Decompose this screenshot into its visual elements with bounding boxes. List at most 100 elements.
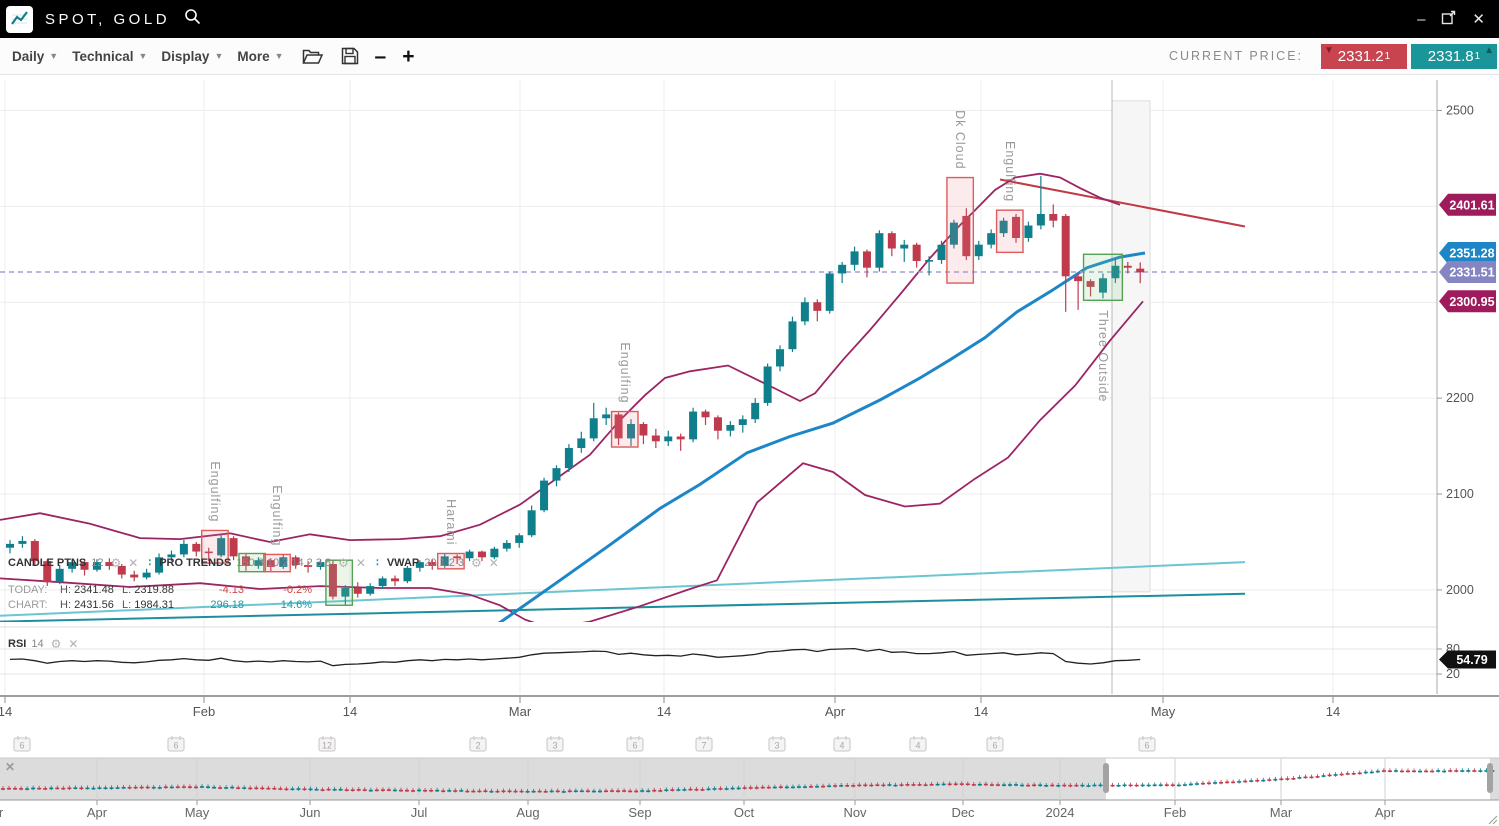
- app-logo-icon: [6, 6, 33, 33]
- pattern-box-dk-cloud: [947, 178, 973, 283]
- date-tick-label: Apr: [825, 704, 846, 719]
- indicator-rsi: RSI: [8, 638, 26, 650]
- candle-body: [639, 424, 647, 436]
- current-price-label: CURRENT PRICE:: [1169, 49, 1303, 63]
- close-icon[interactable]: ✕: [128, 557, 138, 569]
- pattern-label: Engulfing: [270, 485, 284, 546]
- date-tick-label: 14: [0, 704, 12, 719]
- candle-body: [1074, 276, 1082, 281]
- candle-body: [6, 544, 14, 548]
- date-tick-label: 14: [974, 704, 988, 719]
- price-badge-label: 2351.28: [1449, 247, 1494, 261]
- price-tick-label: 2200: [1446, 391, 1474, 405]
- candle-body: [18, 541, 26, 544]
- candle-body: [552, 468, 560, 480]
- candle-body: [863, 251, 871, 267]
- search-icon[interactable]: [184, 8, 201, 30]
- close-button[interactable]: ✕: [1472, 12, 1485, 27]
- popout-icon[interactable]: [1441, 10, 1456, 28]
- zoom-out-button[interactable]: –: [375, 46, 387, 67]
- gear-icon[interactable]: ⚙: [338, 557, 349, 569]
- navigator-month-label: Mar: [0, 805, 4, 820]
- pattern-box-engulfing: [612, 412, 638, 447]
- navigator-month-label: Jun: [300, 805, 321, 820]
- calendar-day-count: 12: [322, 741, 332, 751]
- calendar-event-icon[interactable]: 7: [696, 736, 712, 751]
- minimize-button[interactable]: –: [1417, 12, 1425, 27]
- navigator-close-icon[interactable]: ✕: [5, 760, 15, 774]
- candle-body: [900, 245, 908, 249]
- calendar-event-icon[interactable]: 6: [14, 736, 30, 751]
- gear-icon[interactable]: ⚙: [51, 638, 62, 650]
- menu-more[interactable]: More▼: [237, 49, 283, 64]
- candle-body: [726, 425, 734, 431]
- calendar-event-icon[interactable]: 12: [319, 736, 335, 751]
- candle-body: [1037, 214, 1045, 226]
- zoom-in-button[interactable]: +: [402, 46, 414, 67]
- gear-icon[interactable]: ⚙: [471, 557, 482, 569]
- gear-icon[interactable]: ⚙: [110, 557, 121, 569]
- pattern-label: Three Outside: [1096, 310, 1110, 402]
- calendar-event-icon[interactable]: 4: [910, 736, 926, 751]
- candle-body: [602, 414, 610, 418]
- navigator-month-label: Nov: [843, 805, 867, 820]
- calendar-event-icon[interactable]: 2: [470, 736, 486, 751]
- title-bar: SPOT, GOLD – ✕: [0, 0, 1499, 38]
- candle-body: [851, 251, 859, 264]
- current-price-zone: CURRENT PRICE: ▼ 2331.21 2331.81 ▲: [1169, 44, 1499, 69]
- resize-grip[interactable]: [1489, 816, 1497, 824]
- navigator-handle[interactable]: [1487, 763, 1493, 793]
- calendar-event-icon[interactable]: 3: [547, 736, 563, 751]
- menu-display[interactable]: Display▼: [161, 49, 223, 64]
- close-icon[interactable]: ✕: [489, 557, 499, 569]
- candle-body: [987, 233, 995, 245]
- candle-body: [975, 245, 983, 257]
- menu-daily[interactable]: Daily▼: [12, 49, 58, 64]
- close-icon[interactable]: ✕: [68, 638, 78, 650]
- arrow-down-icon: ▼: [1324, 45, 1334, 56]
- candle-body: [180, 544, 188, 555]
- candle-body: [354, 588, 362, 594]
- candle-body: [590, 418, 598, 438]
- calendar-day-count: 2: [475, 741, 480, 751]
- calendar-day-count: 4: [915, 741, 920, 751]
- pattern-box-three-outside: [1084, 254, 1123, 300]
- calendar-event-icon[interactable]: 6: [627, 736, 643, 751]
- candle-body: [826, 273, 834, 310]
- price-tick-label: 2100: [1446, 487, 1474, 501]
- calendar-event-icon[interactable]: 6: [987, 736, 1003, 751]
- candle-body: [888, 233, 896, 248]
- calendar-day-count: 7: [701, 741, 706, 751]
- calendar-event-icon[interactable]: 4: [834, 736, 850, 751]
- navigator-month-label: Sep: [628, 805, 651, 820]
- pattern-label: Engulfing: [618, 342, 632, 403]
- candle-body: [1124, 266, 1132, 268]
- calendar-event-icon[interactable]: 3: [769, 736, 785, 751]
- calendar-day-count: 6: [173, 741, 178, 751]
- pattern-box-engulfing: [997, 210, 1023, 252]
- calendar-event-icon[interactable]: 6: [1139, 736, 1155, 751]
- open-folder-icon[interactable]: [302, 48, 323, 65]
- trading-app-window: EngulfingEngulfingHaramiEngulfingDk Clou…: [0, 0, 1499, 826]
- save-icon[interactable]: [341, 47, 359, 65]
- candle-body: [838, 265, 846, 274]
- candle-body: [143, 573, 151, 578]
- candle-body: [875, 233, 883, 268]
- indicator-legend-row: CANDLE PTNS 12 ⚙ ✕ ∶ PRO TRENDS 150 3 10…: [8, 556, 499, 569]
- candle-body: [801, 302, 809, 321]
- candle-body: [366, 586, 374, 594]
- close-icon[interactable]: ✕: [356, 557, 366, 569]
- price-tick-label: 2000: [1446, 583, 1474, 597]
- rsi-tick-label: 20: [1446, 667, 1460, 681]
- navigator-handle[interactable]: [1103, 763, 1109, 793]
- navigator-selection[interactable]: [1106, 758, 1490, 800]
- menu-technical[interactable]: Technical▼: [72, 49, 147, 64]
- navigator-month-label: Feb: [1164, 805, 1186, 820]
- date-tick-label: Feb: [193, 704, 215, 719]
- candle-body: [192, 544, 200, 552]
- indicator-pro-trends: PRO TRENDS: [159, 557, 231, 569]
- price-badge-label: 2331.51: [1449, 266, 1494, 280]
- arrow-up-icon: ▲: [1484, 45, 1494, 56]
- resize-grip[interactable]: [1493, 820, 1497, 824]
- calendar-event-icon[interactable]: 6: [168, 736, 184, 751]
